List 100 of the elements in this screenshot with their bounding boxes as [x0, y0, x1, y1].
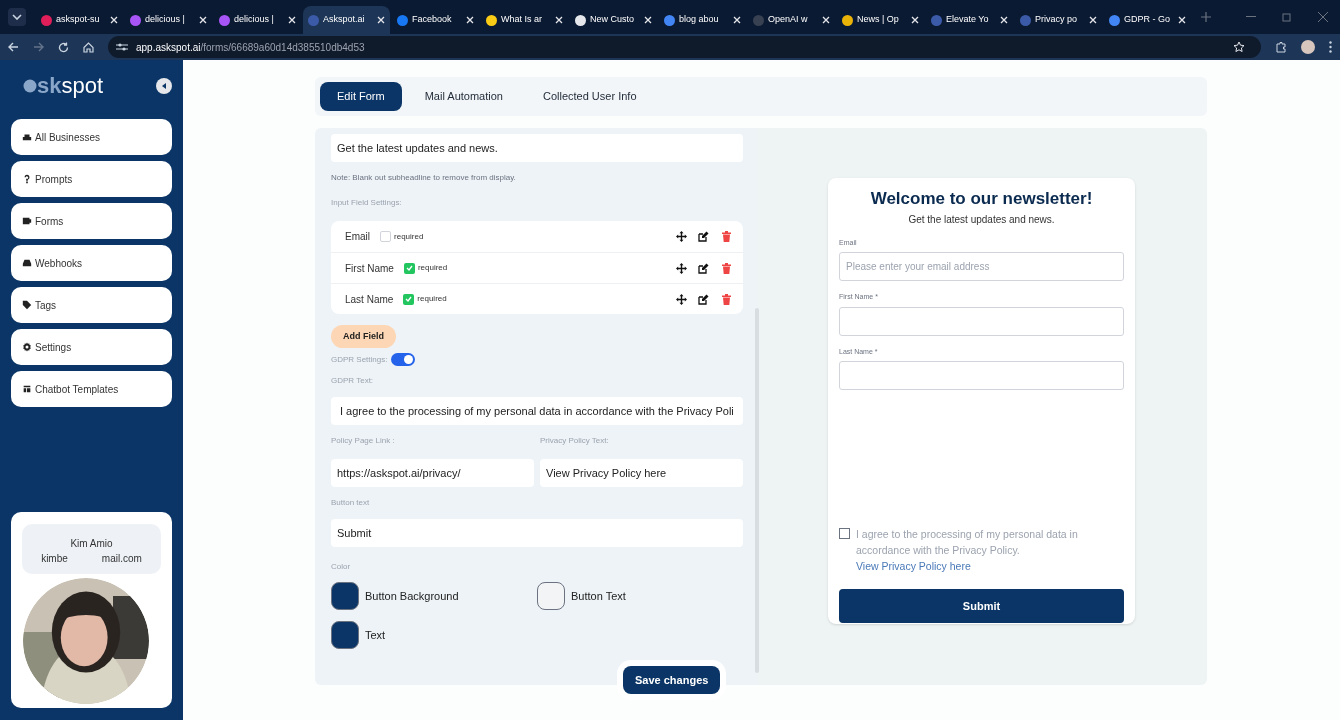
sidebar-item[interactable]: Prompts	[11, 161, 172, 197]
move-icon[interactable]	[676, 231, 687, 242]
required-checkbox[interactable]	[403, 262, 415, 274]
browser-tab[interactable]: delicious |	[125, 6, 212, 34]
move-icon[interactable]	[676, 293, 687, 305]
collapse-button[interactable]	[156, 78, 172, 94]
favicon-icon	[931, 14, 942, 26]
consent-checkbox[interactable]	[839, 528, 850, 539]
tab-title: New Custo	[590, 13, 635, 27]
back-icon[interactable]	[8, 42, 19, 52]
logo-text: skspot	[37, 75, 104, 97]
menu-icon[interactable]	[1329, 41, 1332, 53]
add-field-button[interactable]: Add Field	[331, 325, 396, 348]
browser-tab[interactable]: blog abou	[659, 6, 746, 34]
input-field[interactable]	[839, 306, 1124, 336]
browser-tab[interactable]: Elevate Yo	[926, 6, 1013, 34]
input-field[interactable]	[839, 361, 1124, 390]
edit-icon[interactable]	[698, 262, 709, 274]
browser-tab[interactable]: What Is ar	[481, 6, 568, 34]
tab-title: delicious |	[145, 13, 186, 27]
user-name: Kim Amio	[70, 537, 113, 551]
favicon-icon	[219, 14, 230, 26]
sidebar-item[interactable]: Forms	[11, 203, 172, 239]
sidebar-item[interactable]: Tags	[11, 287, 172, 323]
extensions-icon[interactable]	[1275, 41, 1287, 53]
sidebar-item[interactable]: Webhooks	[11, 245, 172, 281]
color-swatch[interactable]	[331, 621, 359, 649]
color-swatch[interactable]	[331, 582, 359, 610]
edit-icon[interactable]	[698, 231, 709, 242]
favicon-icon	[41, 14, 52, 26]
color-label: Button Text	[571, 588, 626, 604]
required-label: required	[417, 262, 448, 274]
text-field[interactable]: I agree to the processing of my personal data in accordance with the Privacy Poli	[331, 397, 743, 425]
input-field[interactable]: Please enter your email address	[839, 252, 1124, 281]
favicon-icon	[842, 14, 853, 26]
chevron-down-icon	[12, 14, 22, 20]
forward-icon[interactable]	[33, 42, 44, 52]
required-checkbox[interactable]	[403, 293, 415, 305]
privacy-link[interactable]: View Privacy Policy here	[856, 558, 971, 574]
text-field[interactable]: https://askspot.ai/privacy/	[331, 459, 534, 487]
required-checkbox[interactable]	[380, 231, 391, 242]
user-email: mail.com	[101, 552, 142, 566]
tag-icon	[22, 300, 32, 310]
field-name: Email	[345, 230, 370, 244]
url-text: app.askspot.ai/forms/66689a60d14d385510db4d53	[136, 40, 365, 55]
browser-tab[interactable]: delicious |	[214, 6, 301, 34]
browser-tab[interactable]: GDPR - Go	[1104, 6, 1191, 34]
browser-tab[interactable]: Askspot.ai	[303, 6, 390, 34]
browser-tab[interactable]: News | Op	[837, 6, 924, 34]
tab-title: Facebook	[412, 13, 453, 27]
address-bar[interactable]: app.askspot.ai/forms/66689a60d14d385510db4d53	[108, 36, 1261, 58]
new-tab-icon[interactable]	[1201, 12, 1211, 22]
field-label: GDPR Settings:	[331, 353, 388, 366]
color-swatch[interactable]	[537, 582, 565, 610]
form-title: Welcome to our newsletter!	[870, 188, 1093, 210]
briefcase-icon	[22, 132, 32, 142]
sidebar-item[interactable]: Settings	[11, 329, 172, 365]
browser-tab[interactable]: askspot-su	[36, 6, 123, 34]
browser-tab[interactable]: New Custo	[570, 6, 657, 34]
text-field[interactable]: View Privacy Policy here	[540, 459, 743, 487]
tab[interactable]: Mail Automation	[407, 82, 520, 111]
restore-icon[interactable]	[1282, 12, 1292, 22]
star-icon[interactable]	[1233, 41, 1245, 53]
template-icon	[22, 384, 32, 394]
tab[interactable]: Collected User Info	[525, 82, 654, 111]
text-field[interactable]: Submit	[331, 519, 743, 547]
edit-icon[interactable]	[698, 293, 709, 305]
tab-title: askspot-su	[56, 13, 101, 27]
favicon-icon	[664, 14, 675, 26]
consent-text: I agree to the processing of my personal data in accordance with the Privacy Policy.	[856, 527, 1079, 558]
minimize-icon[interactable]	[1246, 16, 1256, 18]
submit-button[interactable]: Submit	[839, 589, 1124, 623]
browser-tab[interactable]: Facebook	[392, 6, 479, 34]
site-settings-icon[interactable]	[116, 42, 128, 52]
tab-list-button[interactable]	[8, 8, 26, 26]
move-icon[interactable]	[676, 262, 687, 274]
favicon-icon	[1109, 14, 1120, 26]
field-label: Input Field Settings:	[331, 197, 403, 209]
sidebar-item[interactable]: All Businesses	[11, 119, 172, 155]
reload-icon[interactable]	[58, 41, 69, 53]
note-text: Note: Blank out subheadline to remove from display.	[331, 172, 517, 184]
profile-avatar[interactable]	[1301, 40, 1315, 54]
trash-icon[interactable]	[722, 293, 731, 305]
field-label: GDPR Text:	[331, 375, 375, 387]
browser-tab[interactable]: OpenAI w	[748, 6, 835, 34]
gdpr-toggle[interactable]	[391, 353, 416, 366]
trash-icon[interactable]	[722, 262, 731, 274]
favicon-icon	[308, 14, 319, 26]
favicon-icon	[130, 14, 141, 26]
sidebar-item[interactable]: Chatbot Templates	[11, 371, 172, 407]
home-icon[interactable]	[83, 41, 94, 53]
field-label: Policy Page Link :	[331, 435, 396, 447]
gear-icon	[22, 342, 32, 352]
tab[interactable]: Edit Form	[320, 82, 402, 111]
inbox-icon	[22, 258, 32, 268]
browser-tab[interactable]: Privacy po	[1015, 6, 1102, 34]
field-name: First Name	[345, 261, 394, 276]
tab-title: Privacy po	[1035, 13, 1079, 27]
trash-icon[interactable]	[722, 231, 731, 242]
text-field[interactable]: Get the latest updates and news.	[331, 134, 743, 162]
